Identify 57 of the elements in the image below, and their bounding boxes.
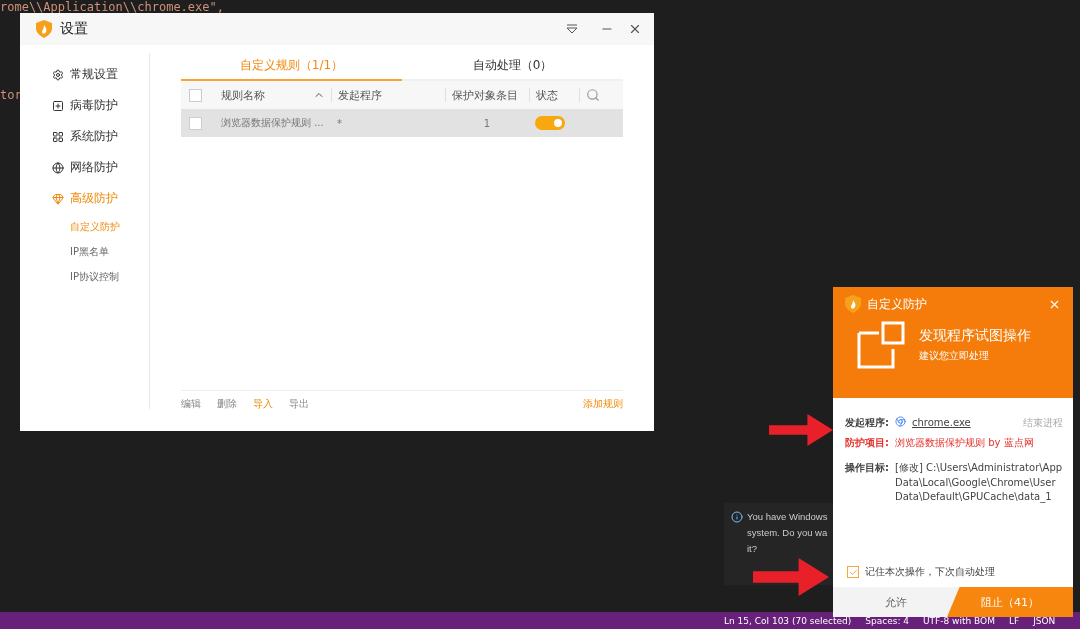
checkbox-label[interactable]: 记住本次操作，下次自动处理 [865,565,995,579]
status-item[interactable]: UTF-8 with BOM [923,615,995,626]
checkbox[interactable] [189,116,202,130]
toast-text: it? [747,543,759,554]
check-icon [848,567,858,577]
table-row[interactable]: 浏览器数据保护规则 ... * 1 [181,109,623,137]
shield-logo-icon [36,20,52,38]
detail-value: 浏览器数据保护规则 by 蓝点网 [895,435,1034,450]
status-item[interactable]: Ln 15, Col 103 (70 selected) [724,615,852,626]
action-link[interactable]: 编辑 [181,397,201,411]
sidebar-item[interactable]: 常规设置 [52,59,149,90]
popup-headline: 发现程序试图操作 [919,327,1031,345]
sidebar-subitem[interactable]: IP黑名单 [52,239,149,264]
sidebar-item[interactable]: 病毒防护 [52,90,149,121]
action-link[interactable]: 删除 [217,397,237,411]
column-header[interactable]: 保护对象条目 [445,88,529,102]
status-item[interactable]: JSON [1033,615,1056,626]
sidebar-item[interactable]: 网络防护 [52,152,149,183]
toast-text: You have Windows [747,511,828,522]
window-icon [857,321,905,369]
detail-value: [修改] C:\Users\Administrator\AppData\Local\Google\Chrome\User Data\Default\GPUCache\data_1 [895,461,1063,505]
sidebar-subitem[interactable]: IP协议控制 [52,264,149,289]
status-item[interactable]: Spaces: 4 [865,615,909,626]
close-icon[interactable] [628,22,642,36]
sidebar-item[interactable]: 系统防护 [52,121,149,152]
detail-label: 发起程序: [845,416,889,430]
search-icon[interactable] [586,88,600,102]
detail-label: 防护项目: [845,435,889,450]
globe-icon [52,161,64,174]
shield-logo-icon [845,295,861,313]
allow-button[interactable]: 允许 [833,587,959,617]
table-cell-text: 浏览器数据保护规则 ... [220,116,325,130]
action-link[interactable]: 导出 [289,397,309,411]
column-header[interactable]: 发起程序 [331,88,445,102]
checkbox[interactable] [189,88,202,102]
gem-icon [52,192,64,205]
window-title: 设置 [60,20,89,38]
code-line: tor [0,88,22,102]
info-icon [731,511,743,523]
browser-icon [895,416,906,427]
program-link[interactable]: chrome.exe [912,416,971,431]
code-line: rome\\Application\\chrome.exe", [0,0,224,14]
popup-title: 自定义防护 [867,295,928,313]
detail-label: 操作目标: [845,461,889,475]
plus-square-icon [52,99,64,112]
table-cell-text: 1 [482,117,492,129]
grid-icon [52,130,64,143]
toggle-switch[interactable] [535,116,565,130]
popup-subline: 建议您立即处理 [919,349,990,363]
status-item[interactable]: LF [1008,615,1020,626]
column-header[interactable]: 规则名称 [215,88,331,102]
column-header[interactable]: 状态 [529,88,579,102]
dropdown-icon[interactable] [566,24,578,34]
checkbox[interactable] [847,566,859,578]
gear-icon [52,68,64,81]
toast-text: system. Do you wa [747,527,828,538]
table-cell-text: * [336,117,343,129]
